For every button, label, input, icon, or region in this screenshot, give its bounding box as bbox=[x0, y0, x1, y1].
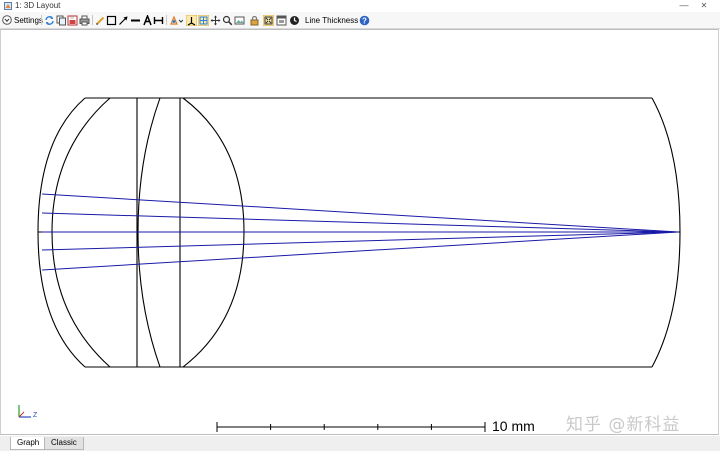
axis-triad: Z bbox=[18, 405, 38, 419]
arrow-icon bbox=[119, 16, 128, 25]
tab-classic[interactable]: Classic bbox=[44, 437, 84, 450]
watermark: 知乎 @新科益 bbox=[566, 415, 681, 435]
fit-view-button[interactable] bbox=[263, 14, 274, 26]
help-button[interactable]: ? bbox=[359, 14, 370, 26]
line-thickness-label: Line Thickness bbox=[305, 15, 359, 25]
scale-bar bbox=[216, 422, 486, 432]
pencil-icon bbox=[95, 16, 105, 25]
pan-button[interactable] bbox=[210, 14, 221, 26]
scale-label: 10 mm bbox=[492, 418, 535, 434]
text-icon bbox=[143, 14, 152, 25]
grid-icon bbox=[198, 14, 209, 26]
save-image-icon bbox=[67, 15, 78, 25]
print-icon bbox=[79, 15, 90, 25]
grid-button[interactable] bbox=[198, 14, 209, 26]
close-icon[interactable]: ✕ bbox=[697, 0, 711, 11]
draw-arrow-button[interactable] bbox=[118, 14, 129, 26]
copy-button[interactable] bbox=[56, 14, 67, 26]
settings-button[interactable]: Settings bbox=[2, 14, 43, 26]
draw-hline-button[interactable] bbox=[130, 14, 141, 26]
refresh-icon bbox=[45, 15, 54, 25]
lock-icon bbox=[250, 15, 259, 25]
zoom-button[interactable] bbox=[222, 14, 233, 26]
chevron-down-icon bbox=[2, 15, 12, 25]
draw-line-button[interactable] bbox=[95, 14, 106, 26]
rotate-icon bbox=[170, 14, 183, 25]
lock-button[interactable] bbox=[249, 14, 260, 26]
dimension-button[interactable] bbox=[153, 14, 164, 26]
help-icon: ? bbox=[359, 15, 370, 25]
draw-rectangle-button[interactable] bbox=[106, 14, 117, 26]
layout-canvas[interactable]: Z 10 mm bbox=[0, 29, 719, 435]
image-icon bbox=[234, 16, 245, 24]
svg-text:?: ? bbox=[362, 16, 367, 25]
clock-button[interactable] bbox=[289, 14, 300, 26]
minimize-icon[interactable]: — bbox=[677, 0, 691, 11]
axis-label: Z bbox=[33, 412, 38, 419]
window-button[interactable] bbox=[276, 14, 287, 26]
move-icon bbox=[210, 15, 221, 25]
rectangle-icon bbox=[106, 15, 117, 25]
fit-view-icon bbox=[263, 14, 274, 26]
image-button[interactable] bbox=[234, 14, 245, 26]
search-icon bbox=[222, 15, 233, 25]
line-icon bbox=[131, 19, 140, 21]
layout-plot: Z 10 mm bbox=[18, 97, 681, 434]
tab-bar: Graph Classic bbox=[0, 436, 720, 451]
window-icon bbox=[276, 15, 287, 25]
copy-icon bbox=[56, 15, 66, 25]
rotate-button[interactable] bbox=[169, 14, 183, 26]
refresh-button[interactable] bbox=[44, 14, 55, 26]
clock-icon bbox=[290, 15, 299, 25]
settings-label: Settings bbox=[14, 15, 43, 25]
dimension-icon bbox=[153, 16, 164, 24]
tab-graph[interactable]: Graph bbox=[10, 437, 47, 450]
add-text-button[interactable] bbox=[142, 14, 153, 26]
save-button[interactable] bbox=[67, 14, 78, 26]
window-title: 1: 3D Layout bbox=[15, 1, 61, 10]
axis-icon bbox=[186, 14, 197, 26]
axis-button[interactable] bbox=[186, 14, 197, 26]
print-button[interactable] bbox=[79, 14, 90, 26]
app-icon bbox=[4, 2, 12, 10]
toolbar: Settings Line Thickness ? bbox=[0, 12, 720, 29]
